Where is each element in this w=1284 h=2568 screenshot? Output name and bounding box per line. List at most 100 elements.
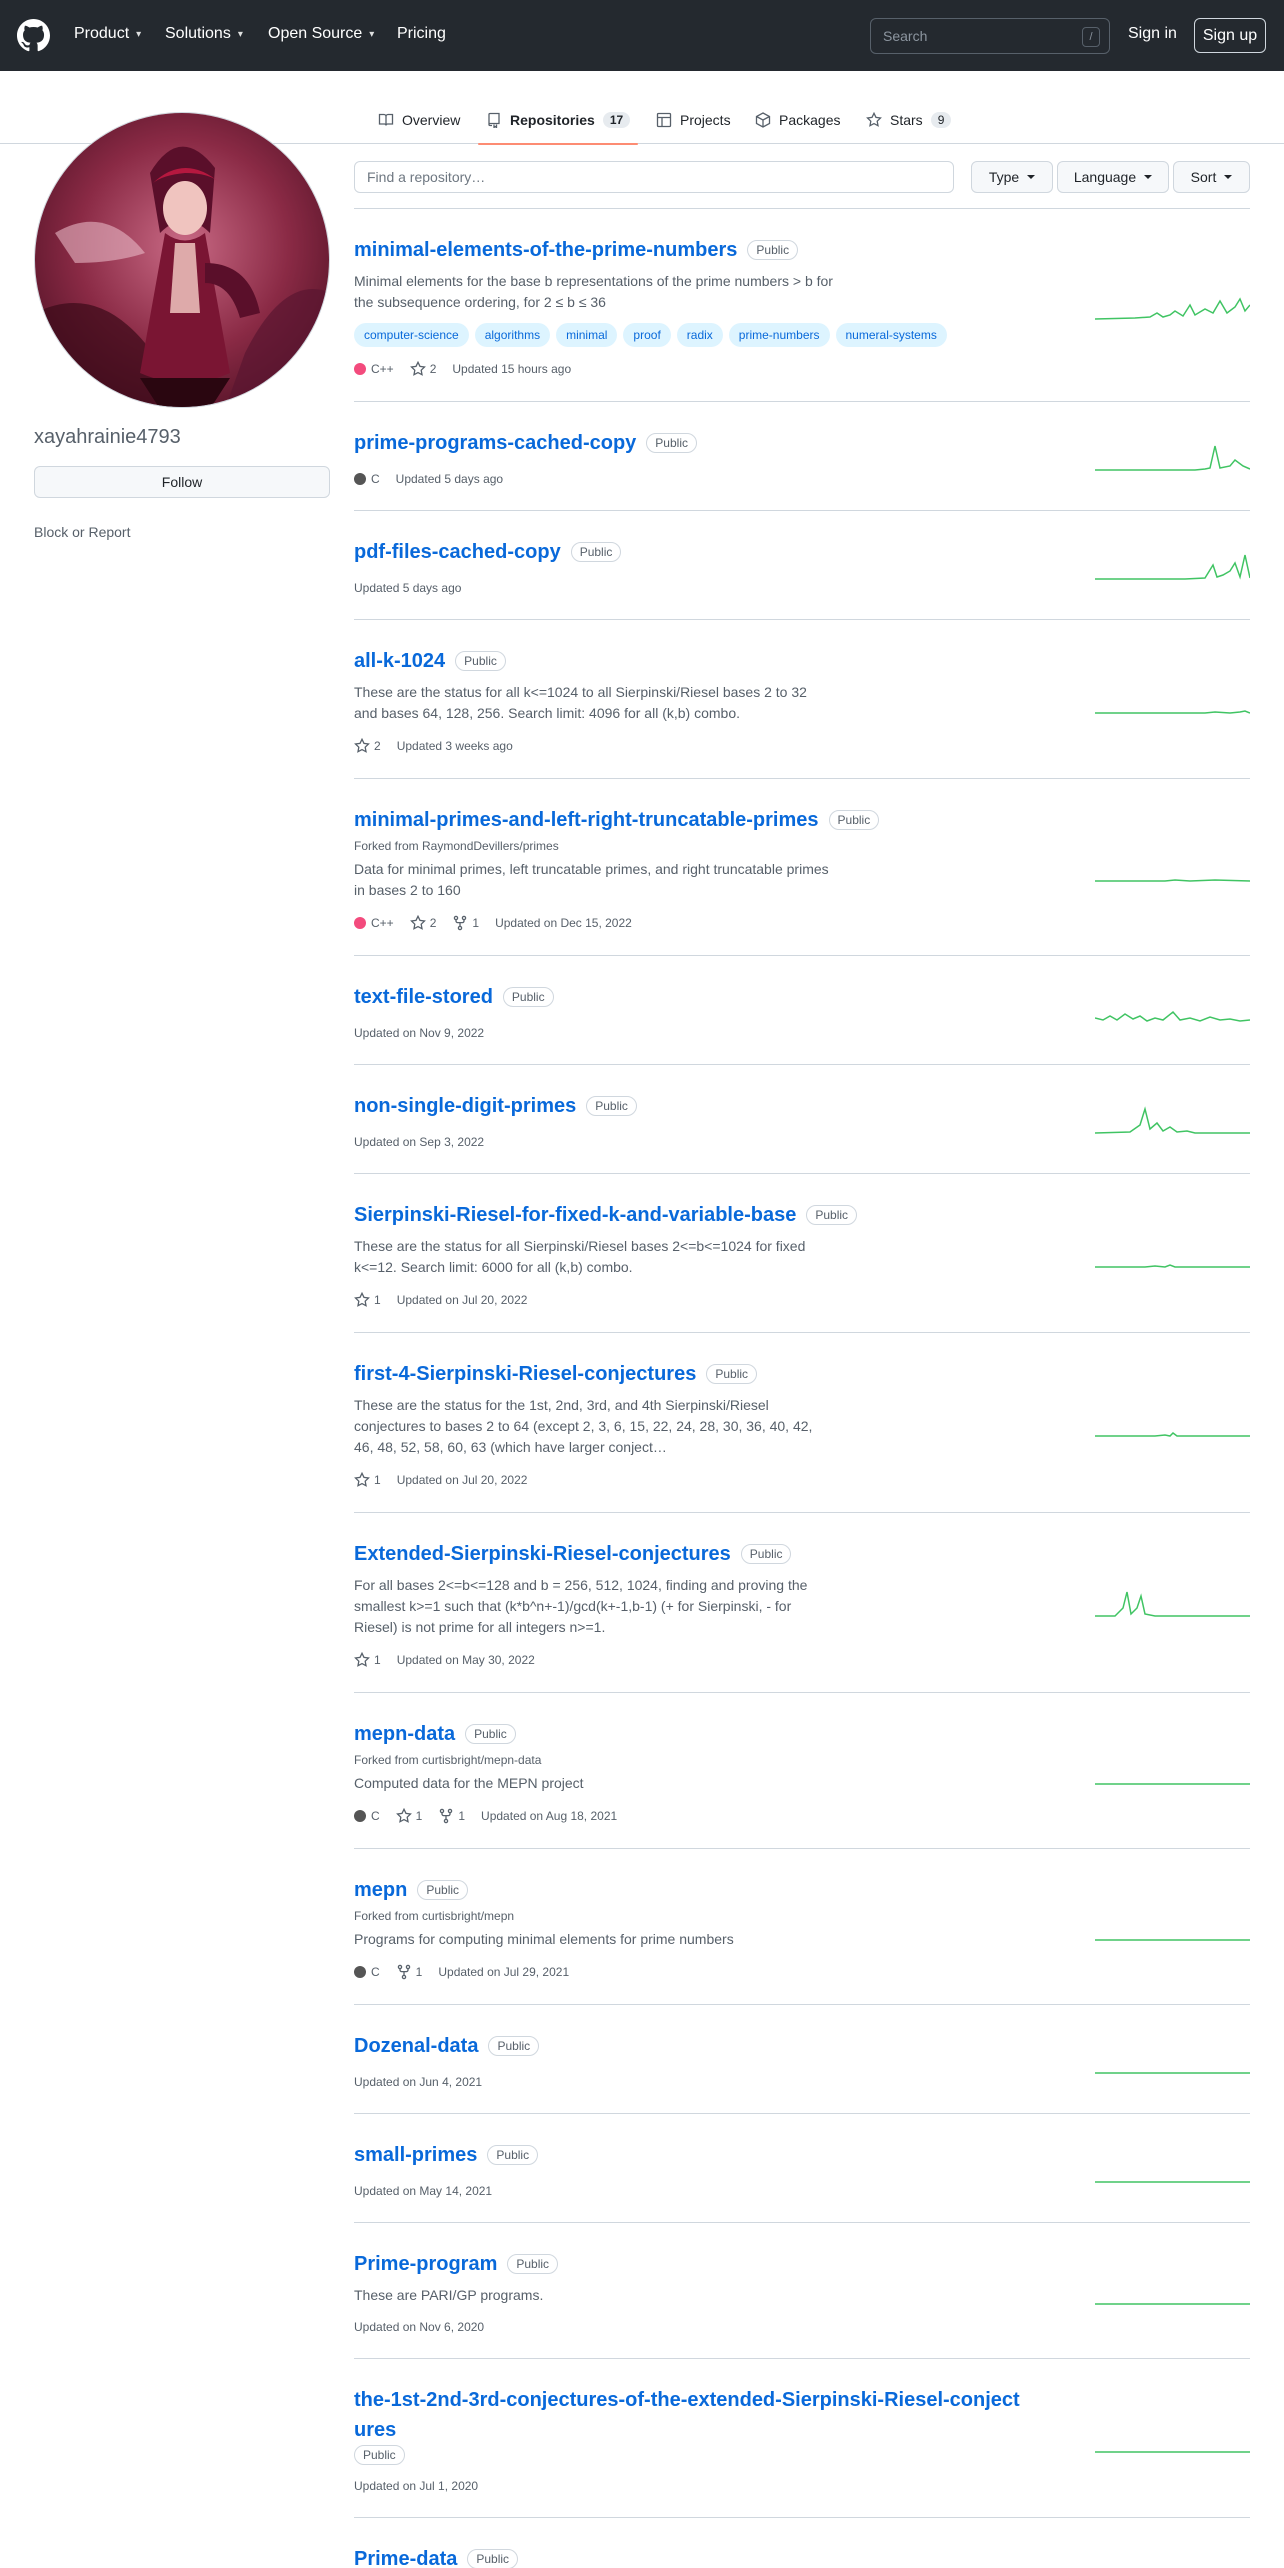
repo-name-link[interactable]: mepn — [354, 1875, 407, 1905]
tab-packages[interactable]: Packages — [755, 96, 840, 144]
topic-tag[interactable]: numeral-systems — [835, 323, 947, 347]
repo-name-link[interactable]: Extended-Sierpinski-Riesel-conjectures — [354, 1539, 731, 1569]
topic-tag[interactable]: minimal — [556, 323, 618, 347]
repo-header: Prime-program Public — [354, 2249, 1034, 2279]
repo-name-link[interactable]: minimal-elements-of-the-prime-numbers — [354, 235, 737, 265]
activity-sparkline — [1095, 709, 1250, 714]
repo-count-badge: 17 — [602, 112, 631, 128]
follow-button[interactable]: Follow — [34, 466, 330, 498]
chevron-down-icon: ▾ — [136, 28, 142, 40]
updated-time: Updated 5 days ago — [395, 472, 504, 486]
find-repository-input[interactable] — [354, 161, 954, 193]
topic-list: computer-science algorithms minimal proof ra… — [354, 323, 994, 347]
sign-up-button[interactable]: Sign up — [1194, 18, 1266, 53]
sparkline-path — [1095, 1432, 1250, 1437]
forked-from[interactable]: Forked from RaymondDevillers/primes — [354, 839, 1250, 853]
visibility-badge: Public — [354, 2445, 405, 2465]
stars-count-badge: 9 — [930, 112, 952, 128]
stargazers-link[interactable]: 2 — [409, 915, 436, 931]
nav-solutions[interactable]: Solutions ▾ — [165, 25, 243, 43]
sign-in-link[interactable]: Sign in — [1128, 25, 1177, 43]
updated-time: Updated on Jul 20, 2022 — [396, 1293, 528, 1307]
forks-link[interactable]: 1 — [438, 1808, 465, 1824]
repo-name-link[interactable]: text-file-stored — [354, 982, 493, 1012]
repo-list-item: minimal-elements-of-the-prime-numbers Pub… — [354, 209, 1250, 402]
repo-header: the-1st-2nd-3rd-conjectures-of-the-exten… — [354, 2385, 1034, 2465]
repo-meta: Updated on Sep 3, 2022 — [354, 1135, 1250, 1149]
topic-tag[interactable]: radix — [676, 323, 723, 347]
chevron-down-icon: ▾ — [237, 28, 243, 40]
nav-open-source[interactable]: Open Source ▾ — [268, 25, 374, 43]
repo-name-link[interactable]: mepn-data — [354, 1719, 455, 1749]
sparkline-path — [1095, 1010, 1250, 1022]
tab-repositories[interactable]: Repositories 17 — [477, 96, 639, 145]
forks-link[interactable]: 1 — [396, 1964, 422, 1980]
repo-name-link[interactable]: non-single-digit-primes — [354, 1091, 576, 1121]
topic-tag[interactable]: computer-science — [354, 323, 469, 347]
package-icon — [755, 112, 771, 128]
sparkline-path — [1095, 445, 1250, 471]
stargazers-link[interactable]: 2 — [409, 361, 436, 377]
repo-name-link[interactable]: pdf-files-cached-copy — [354, 537, 561, 567]
stargazers-link[interactable]: 1 — [354, 1292, 381, 1308]
github-logo-icon[interactable] — [17, 19, 50, 52]
repo-name-link[interactable]: small-primes — [354, 2140, 477, 2170]
repo-name-link[interactable]: all-k-1024 — [354, 646, 445, 676]
language-indicator: C++ — [354, 362, 394, 376]
forks-link[interactable]: 1 — [452, 915, 479, 931]
repo-description: Computed data for the MEPN project — [354, 1775, 584, 1791]
sparkline-path — [1095, 296, 1250, 320]
repo-name-link[interactable]: Dozenal-data — [354, 2031, 478, 2061]
sparkline-path — [1095, 709, 1250, 714]
repo-list-item: Dozenal-data Public Updated on Jun 4, 2021 — [354, 2005, 1250, 2114]
stargazers-link[interactable]: 1 — [395, 1808, 422, 1824]
star-icon — [354, 1292, 370, 1307]
stargazers-link[interactable]: 1 — [354, 1472, 381, 1488]
activity-sparkline — [1095, 2071, 1250, 2074]
repo-name-link[interactable]: prime-programs-cached-copy — [354, 428, 636, 458]
topic-tag[interactable]: algorithms — [474, 323, 551, 347]
updated-time: Updated on Jul 1, 2020 — [354, 2479, 479, 2493]
language-indicator: C++ — [354, 916, 394, 930]
language-filter-dropdown[interactable]: Language — [1057, 161, 1169, 193]
fork-icon — [440, 1808, 453, 1824]
type-filter-dropdown[interactable]: Type — [971, 161, 1053, 193]
updated-time: Updated on May 14, 2021 — [354, 2184, 493, 2198]
repo-name-link[interactable]: Prime-program — [354, 2249, 497, 2279]
activity-sparkline — [1095, 1432, 1250, 1437]
activity-sparkline — [1095, 1010, 1250, 1022]
activity-sparkline — [1095, 2303, 1250, 2305]
block-or-report-link[interactable]: Block or Report — [34, 524, 130, 540]
repo-list-item: Sierpinski-Riesel-for-fixed-k-and-variab… — [354, 1174, 1250, 1333]
stargazers-link[interactable]: 2 — [354, 738, 381, 754]
repo-name-link[interactable]: minimal-primes-and-left-right-truncatabl… — [354, 805, 819, 835]
nav-pricing[interactable]: Pricing — [397, 25, 446, 43]
topic-tag[interactable]: proof — [623, 323, 671, 347]
repo-list-item: small-primes Public Updated on May 14, 202… — [354, 2114, 1250, 2223]
repo-name-link[interactable]: first-4-Sierpinski-Riesel-conjectures — [354, 1359, 696, 1389]
search-input[interactable] — [871, 19, 1071, 53]
tab-overview[interactable]: Overview — [378, 96, 460, 144]
sparkline-path — [1095, 554, 1250, 580]
nav-product[interactable]: Product ▾ — [74, 25, 141, 43]
visibility-badge: Public — [646, 433, 697, 453]
tab-projects[interactable]: Projects — [656, 96, 731, 144]
repo-header: pdf-files-cached-copy Public — [354, 537, 1034, 567]
repo-name-link[interactable]: the-1st-2nd-3rd-conjectures-of-the-exten… — [354, 2385, 1024, 2445]
table-icon — [656, 112, 672, 128]
repo-meta: C 1 1 Updated on Aug 18, 2021 — [354, 1808, 1250, 1824]
repo-list-item: non-single-digit-primes Public Updated on … — [354, 1065, 1250, 1174]
star-icon — [354, 1652, 370, 1667]
topic-tag[interactable]: prime-numbers — [728, 323, 830, 347]
visibility-badge: Public — [487, 2145, 539, 2165]
header-search[interactable]: / — [870, 18, 1110, 54]
sparkline-path — [1095, 878, 1250, 882]
sort-dropdown[interactable]: Sort — [1173, 161, 1250, 193]
activity-sparkline — [1095, 1105, 1250, 1134]
repo-list-item: mepn-data Public Forked from curtisbright/… — [354, 1693, 1250, 1849]
visibility-badge: Public — [828, 810, 880, 830]
stargazers-link[interactable]: 1 — [354, 1652, 381, 1668]
tab-stars[interactable]: Stars 9 — [866, 96, 952, 144]
repo-name-link[interactable]: Prime-data — [354, 2544, 457, 2568]
repo-name-link[interactable]: Sierpinski-Riesel-for-fixed-k-and-variab… — [354, 1200, 796, 1230]
